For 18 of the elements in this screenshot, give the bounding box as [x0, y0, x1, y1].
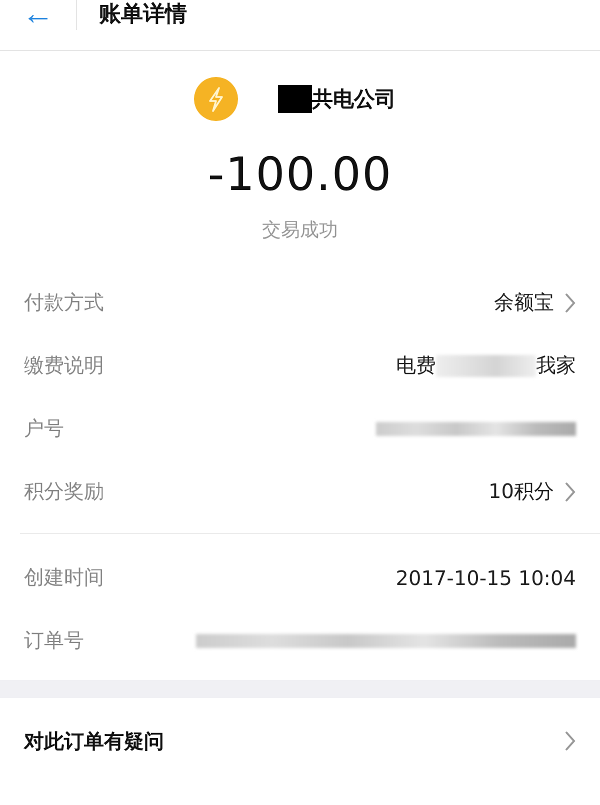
amount: -100.00 [208, 147, 392, 201]
row-value: 10积分 [488, 478, 554, 505]
status-text: 交易成功 [262, 218, 338, 243]
merchant-name: 共电公司 [312, 86, 396, 113]
row-value: 电费 [396, 352, 436, 379]
row-label: 积分奖励 [24, 478, 104, 505]
page-title: 账单详情 [99, 1, 187, 29]
back-button[interactable]: ← [0, 0, 76, 26]
row-label: 订单号 [24, 627, 84, 654]
row-value: 我家 [536, 352, 576, 379]
lightning-icon [194, 77, 238, 121]
row-label: 创建时间 [24, 564, 104, 591]
row-label: 付款方式 [24, 289, 104, 316]
row-value: 2017-10-15 10:04 [396, 566, 576, 590]
row-value: 余额宝 [494, 289, 554, 316]
question-link[interactable]: 对此订单有疑问 [24, 728, 164, 754]
row-label: 缴费说明 [24, 352, 104, 379]
row-label: 户号 [24, 415, 64, 442]
